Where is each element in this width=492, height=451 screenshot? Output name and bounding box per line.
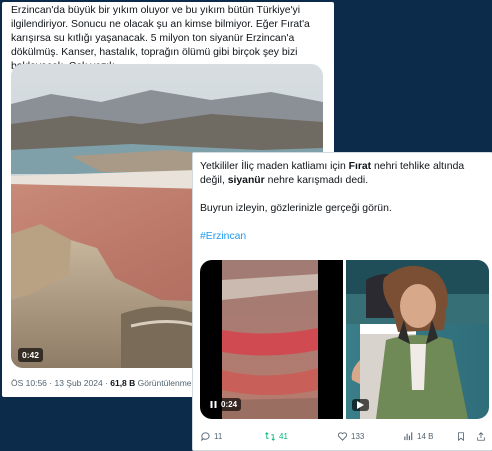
- tweet-2-media-frame: [200, 260, 489, 419]
- tweet-2-video-2-badge[interactable]: [352, 399, 369, 411]
- tweet-1-timestamp[interactable]: ÖS 10:56 · 13 Şub 2024 ·: [11, 378, 110, 388]
- tweet-2-text: Yetkililer İliç maden katliamı için Fıra…: [200, 160, 488, 244]
- tweet-2-line-1-a: Yetkililer İliç maden katliamı için: [200, 161, 349, 172]
- tweet-2-line-1-d: siyanür: [227, 175, 265, 186]
- tweet-2-video-duration: 0:24: [221, 400, 238, 409]
- bookmark-button[interactable]: [456, 429, 466, 443]
- like-button[interactable]: 133: [337, 429, 364, 443]
- tweet-2-line-1-e: nehre karışmadı dedi.: [264, 175, 369, 186]
- reply-icon: [201, 431, 210, 441]
- like-count: 133: [351, 431, 365, 441]
- tweet-2-line-2: Buyrun izleyin, gözlerinizle gerçeği gör…: [200, 203, 392, 214]
- tweet-2-line-1-b: Fırat: [348, 161, 372, 172]
- tweet-1-meta: ÖS 10:56 · 13 Şub 2024 · 61,8 B Görüntül…: [11, 378, 192, 388]
- share-button[interactable]: [476, 429, 486, 443]
- tweet-1-views-label: Görüntülenme: [135, 378, 192, 388]
- reply-count: 11: [214, 431, 223, 441]
- tweet-2-media[interactable]: 0:24: [200, 260, 489, 419]
- tweet-1-video-duration: 0:42: [18, 348, 44, 362]
- bookmark-icon: [458, 431, 464, 441]
- retweet-icon: [265, 431, 275, 441]
- hashtag-link[interactable]: #Erzincan: [200, 230, 488, 244]
- tweet-2-action-bar: 11 41 133 14 B: [200, 429, 488, 443]
- like-icon: [337, 431, 348, 441]
- share-icon: [477, 431, 485, 441]
- views-icon: [404, 431, 413, 440]
- reply-button[interactable]: 11: [200, 429, 222, 443]
- views-button[interactable]: 14 B: [403, 429, 433, 443]
- pause-icon: [210, 401, 217, 408]
- tweet-1-views-count: 61,8 B: [110, 378, 136, 388]
- tweet-2-line-1: Yetkililer İliç maden katliamı için Fıra…: [200, 160, 488, 188]
- tweet-2-video-1-badge[interactable]: 0:24: [206, 398, 242, 411]
- retweet-count: 41: [279, 431, 288, 441]
- tweet-card-2[interactable]: Yetkililer İliç maden katliamı için Fıra…: [192, 152, 492, 451]
- retweet-button[interactable]: 41: [264, 429, 288, 443]
- views-count: 14 B: [417, 431, 434, 441]
- play-icon: [357, 401, 364, 409]
